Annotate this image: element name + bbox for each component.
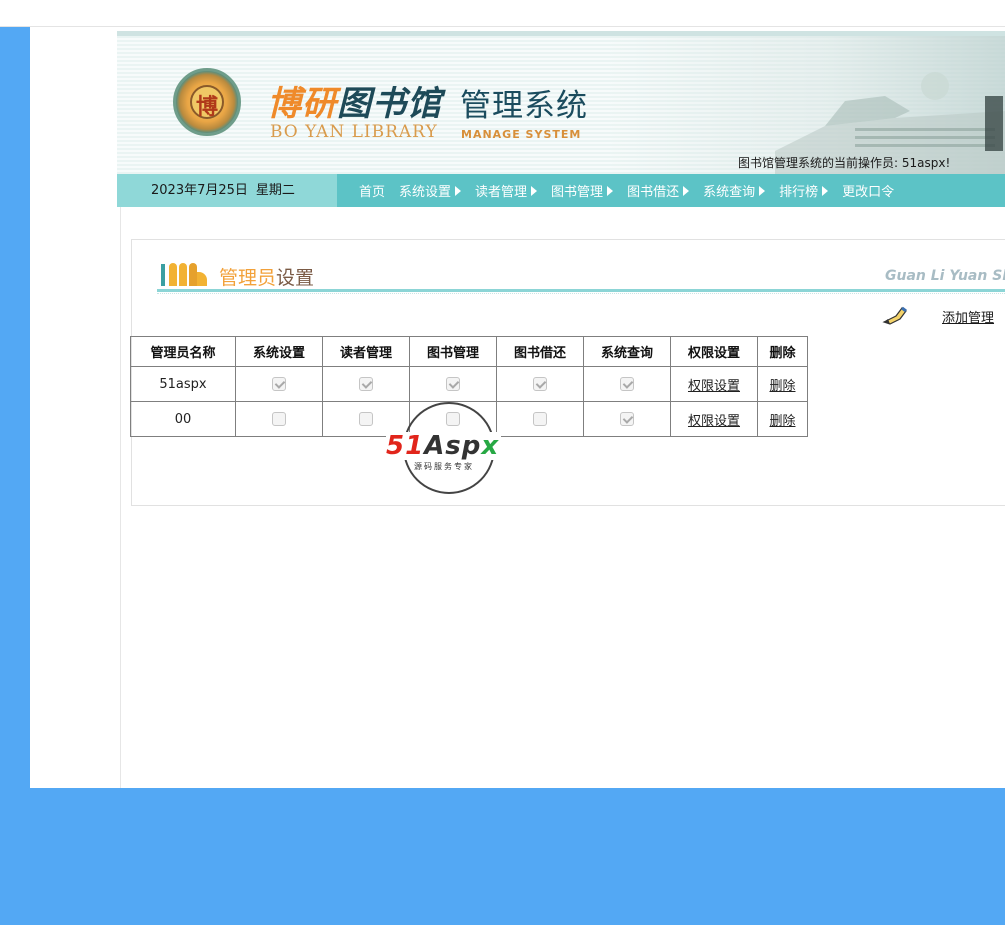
delete-cell: 删除 <box>757 366 808 402</box>
nav-item-6[interactable]: 排行榜 <box>779 181 829 200</box>
nav-item-0[interactable]: 首页 <box>359 181 385 200</box>
perm-reader-cell <box>322 366 410 402</box>
permission-settings-link[interactable]: 权限设置 <box>688 414 740 429</box>
nav-menu: 首页 系统设置 读者管理 图书管理 图书借还 系统查询 排行榜 更改口令 <box>359 174 908 207</box>
col-header-book: 图书管理 <box>409 336 497 367</box>
perm-book-checkbox[interactable] <box>446 377 460 391</box>
pencil-icon <box>882 306 907 325</box>
browser-top-strip <box>0 0 1005 27</box>
brand-title-cn: 博研图书馆 <box>267 76 442 125</box>
col-header-name: 管理员名称 <box>130 336 236 367</box>
section-title: 管理员设置 <box>219 263 314 290</box>
col-header-reader: 读者管理 <box>322 336 410 367</box>
nav-item-label: 图书管理 <box>551 185 604 200</box>
title-underline <box>157 289 1005 292</box>
nav-item-label: 图书借还 <box>627 185 680 200</box>
brand-title-accent: 博研 <box>267 84 337 124</box>
brand-system-en: MANAGE SYSTEM <box>461 128 582 141</box>
col-header-permission: 权限设置 <box>670 336 758 367</box>
seal-glyph: 博 <box>195 94 218 120</box>
perm-query-cell <box>583 366 671 402</box>
perm-system-cell <box>235 401 323 437</box>
add-admin-row: 添加管理 <box>882 305 994 327</box>
add-admin-link[interactable]: 添加管理 <box>942 307 994 326</box>
date-text: 2023年7月25日 <box>151 183 248 198</box>
perm-system-checkbox[interactable] <box>272 412 286 426</box>
delete-link[interactable]: 删除 <box>769 414 795 429</box>
col-header-delete: 删除 <box>757 336 808 367</box>
section-title-accent: 管理员 <box>219 267 277 289</box>
perm-borrow-cell <box>496 366 584 402</box>
brand-system-title: 管理系统 <box>460 88 588 124</box>
main-nav-bar: 2023年7月25日 星期二 首页 系统设置 读者管理 图书管理 图书借还 系统查询 排行榜 更… <box>117 174 1005 207</box>
caret-right-icon <box>607 185 614 196</box>
nav-item-7[interactable]: 更改口令 <box>842 181 894 200</box>
nav-item-label: 系统查询 <box>703 185 756 200</box>
perm-query-checkbox[interactable] <box>620 377 634 391</box>
perm-system-cell <box>235 366 323 402</box>
date-display: 2023年7月25日 星期二 <box>117 174 337 207</box>
current-operator-text: 图书馆管理系统的当前操作员: 51aspx! <box>738 156 951 170</box>
perm-borrow-checkbox[interactable] <box>533 377 547 391</box>
watermark-logo-text: 51Aspx <box>386 431 502 461</box>
nav-item-3[interactable]: 图书管理 <box>551 181 614 200</box>
nav-item-4[interactable]: 图书借还 <box>627 181 690 200</box>
title-dotted-rule <box>157 293 1005 294</box>
perm-reader-checkbox[interactable] <box>359 377 373 391</box>
nav-item-1[interactable]: 系统设置 <box>399 181 462 200</box>
section-title-rest: 设置 <box>276 267 315 289</box>
left-divider <box>120 207 121 788</box>
weekday-text: 星期二 <box>255 183 295 198</box>
permission-cell: 权限设置 <box>670 366 758 402</box>
caret-right-icon <box>683 185 690 196</box>
caret-right-icon <box>822 185 829 196</box>
admin-name-cell: 51aspx <box>130 366 236 402</box>
perm-reader-checkbox[interactable] <box>359 412 373 426</box>
brand-title-rest: 图书馆 <box>337 84 442 124</box>
brand-title-en: BO YAN LIBRARY <box>270 122 438 142</box>
nav-item-5[interactable]: 系统查询 <box>703 181 766 200</box>
perm-query-cell <box>583 401 671 437</box>
delete-cell: 删除 <box>757 401 808 437</box>
caret-right-icon <box>531 185 538 196</box>
nav-item-label: 系统设置 <box>399 185 452 200</box>
permission-settings-link[interactable]: 权限设置 <box>688 379 740 394</box>
nav-item-label: 读者管理 <box>475 185 528 200</box>
table-row: 51aspx 权限设置 删除 <box>130 366 808 402</box>
library-seal-logo: 博 <box>173 68 241 136</box>
perm-query-checkbox[interactable] <box>620 412 634 426</box>
delete-link[interactable]: 删除 <box>769 379 795 394</box>
perm-system-checkbox[interactable] <box>272 377 286 391</box>
watermark-asp: Asp <box>424 431 482 461</box>
header-banner: 博 博研图书馆 管理系统 BO YAN LIBRARY MANAGE SYSTE… <box>117 31 1005 174</box>
nav-item-2[interactable]: 读者管理 <box>475 181 538 200</box>
watermark-x: x <box>481 431 500 461</box>
caret-right-icon <box>759 185 766 196</box>
permission-cell: 权限设置 <box>670 401 758 437</box>
col-header-query: 系统查询 <box>583 336 671 367</box>
col-header-borrow: 图书借还 <box>496 336 584 367</box>
51aspx-watermark: 51Aspx 源码服务专家 <box>384 402 514 494</box>
nav-item-label: 排行榜 <box>779 185 819 200</box>
section-pinyin: Guan Li Yuan Sh <box>885 268 1005 284</box>
nav-item-label: 更改口令 <box>842 185 895 200</box>
perm-borrow-checkbox[interactable] <box>533 412 547 426</box>
caret-right-icon <box>455 185 462 196</box>
watermark-subtitle: 源码服务专家 <box>414 462 474 471</box>
perm-book-cell <box>409 366 497 402</box>
section-title-row: 管理员设置 <box>157 258 1005 294</box>
watermark-num: 51 <box>386 431 425 461</box>
admin-name-cell: 00 <box>130 401 236 437</box>
table-header-row: 管理员名称 系统设置 读者管理 图书管理 图书借还 系统查询 权限设置 删除 <box>130 336 808 367</box>
nav-item-label: 首页 <box>359 185 386 200</box>
col-header-system: 系统设置 <box>235 336 323 367</box>
books-icon <box>161 263 207 286</box>
